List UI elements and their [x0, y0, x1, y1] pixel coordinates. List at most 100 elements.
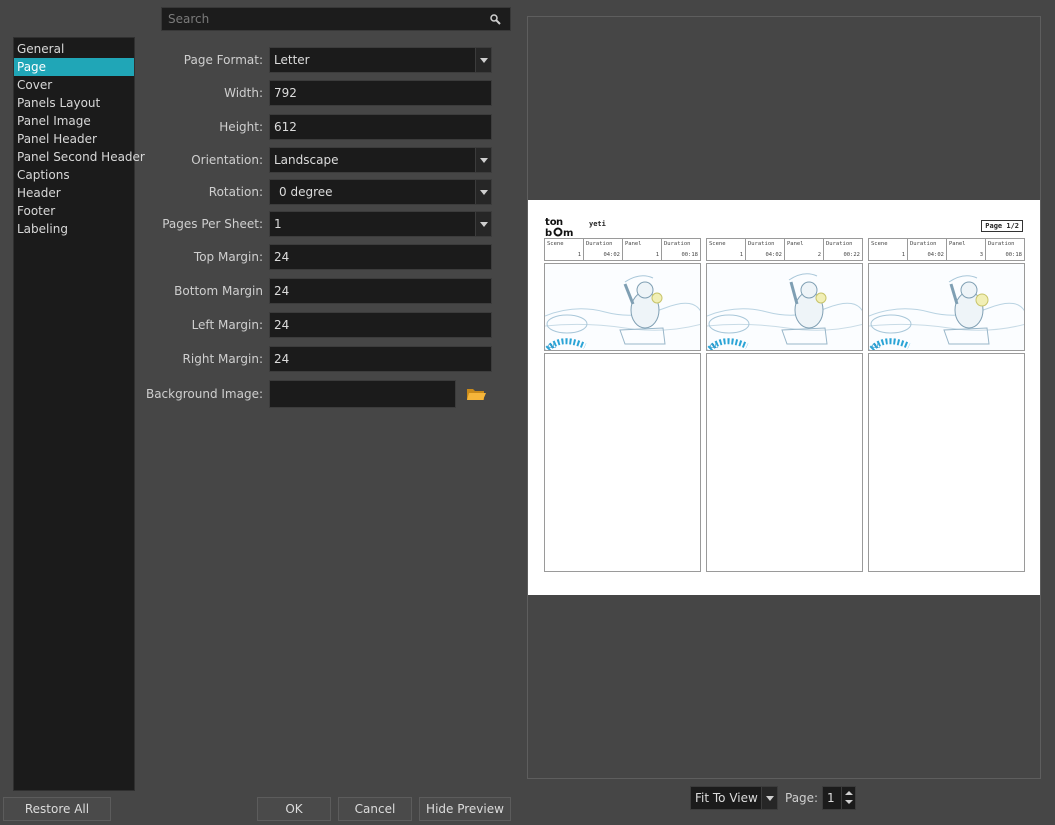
panel-badge: OL: [872, 343, 881, 350]
category-list: General Page Cover Panels Layout Panel I…: [13, 37, 145, 791]
spin-buttons[interactable]: [841, 787, 855, 809]
width-field[interactable]: 792: [269, 80, 492, 106]
rotation-dropdown[interactable]: 0 degree: [269, 179, 492, 205]
restore-defaults-button[interactable]: Restore All Defaults: [3, 797, 111, 825]
scene-value: 1: [739, 252, 743, 258]
chevron-up-icon[interactable]: [845, 791, 853, 795]
storyboard-panel: Scene 1 Duration 04:02 Panel 1 Duration 00:1…: [544, 238, 701, 572]
scene-duration-value: 04:02: [765, 252, 782, 258]
cancel-button[interactable]: Cancel: [338, 797, 412, 821]
panel-header: Scene 1 Duration 04:02 Panel 3 Duration 00:1…: [868, 238, 1025, 261]
search-box[interactable]: [161, 7, 511, 31]
top-margin-row: Top Margin: 24: [140, 244, 500, 270]
panel-value: 1: [655, 252, 659, 258]
sidebar-item-panels-layout[interactable]: Panels Layout: [14, 94, 134, 112]
page-format-dropdown[interactable]: Letter: [269, 47, 492, 73]
panel-caption-area: [706, 353, 863, 572]
sidebar-item-general[interactable]: General: [14, 40, 134, 58]
sidebar-item-page[interactable]: Page: [14, 58, 134, 76]
scene-value: 1: [577, 252, 581, 258]
sidebar-item-labeling[interactable]: Labeling: [14, 220, 134, 238]
pages-per-sheet-value: 1: [274, 217, 282, 231]
pages-per-sheet-row: Pages Per Sheet: 1: [140, 211, 500, 237]
sidebar-item-header[interactable]: Header: [14, 184, 134, 202]
search-input[interactable]: [162, 8, 510, 30]
panel-header: Scene 1 Duration 04:02 Panel 2 Duration 00:2…: [706, 238, 863, 261]
rotation-value: 0 degree: [279, 185, 333, 199]
duration-label: Duration: [910, 241, 937, 247]
bottom-margin-row: Bottom Margin 24: [140, 278, 500, 304]
sidebar-item-footer[interactable]: Footer: [14, 202, 134, 220]
zoom-dropdown[interactable]: Fit To View: [690, 786, 778, 810]
width-row: Width: 792: [140, 80, 500, 106]
chevron-down-icon[interactable]: [475, 180, 491, 204]
page-format-label: Page Format:: [183, 53, 263, 67]
panel-label: Panel: [787, 241, 804, 247]
preview-page: to n b m yeti Page 1/2 Scene 1 Duration 04…: [528, 200, 1040, 595]
svg-text:n: n: [556, 217, 563, 228]
duration-label: Duration: [664, 241, 691, 247]
panel-duration-value: 00:18: [1005, 252, 1022, 258]
yeti-sketch: OL: [869, 275, 1024, 350]
bottom-margin-field[interactable]: 24: [269, 278, 492, 304]
scene-label: Scene: [871, 241, 888, 247]
panel-caption-area: [868, 353, 1025, 572]
chevron-down-icon[interactable]: [475, 48, 491, 72]
orientation-value: Landscape: [274, 153, 339, 167]
page-spinbox[interactable]: 1: [822, 786, 856, 810]
right-margin-field[interactable]: 24: [269, 346, 492, 372]
rotation-label: Rotation:: [208, 185, 263, 199]
background-image-field[interactable]: [269, 380, 456, 408]
svg-text:b: b: [545, 228, 552, 237]
panel-label: Panel: [949, 241, 966, 247]
sidebar-item-panel-image[interactable]: Panel Image: [14, 112, 134, 130]
left-margin-label: Left Margin:: [191, 318, 263, 332]
duration-label: Duration: [586, 241, 613, 247]
sidebar-item-panel-header[interactable]: Panel Header: [14, 130, 134, 148]
panel-image: OL: [868, 263, 1025, 351]
pages-per-sheet-dropdown[interactable]: 1: [269, 211, 492, 237]
height-label: Height:: [219, 120, 263, 134]
panel-value: 2: [817, 252, 821, 258]
sidebar-item-captions[interactable]: Captions: [14, 166, 134, 184]
search-icon: [490, 14, 501, 25]
print-preview: to n b m yeti Page 1/2 Scene 1 Duration 04…: [527, 16, 1041, 779]
chevron-down-icon[interactable]: [475, 212, 491, 236]
scene-value: 1: [901, 252, 905, 258]
panel-value: 3: [979, 252, 983, 258]
pages-per-sheet-label: Pages Per Sheet:: [162, 217, 263, 231]
chevron-down-icon[interactable]: [475, 148, 491, 172]
width-label: Width:: [224, 86, 263, 100]
panel-badge: OL: [710, 343, 719, 350]
panel-image: OL: [706, 263, 863, 351]
rotation-row: Rotation: 0 degree: [140, 179, 500, 205]
page-label: Page:: [785, 791, 819, 805]
scene-label: Scene: [547, 241, 564, 247]
folder-icon[interactable]: [465, 385, 487, 403]
yeti-sketch: OL: [545, 275, 700, 350]
sidebar-item-cover[interactable]: Cover: [14, 76, 134, 94]
panel-image: OL: [544, 263, 701, 351]
page-value: 1: [827, 791, 835, 805]
project-name: yeti: [589, 220, 606, 228]
scene-label: Scene: [709, 241, 726, 247]
orientation-dropdown[interactable]: Landscape: [269, 147, 492, 173]
top-margin-label: Top Margin:: [193, 250, 263, 264]
ok-button[interactable]: OK: [257, 797, 331, 821]
toon-boom-logo: to n b m: [545, 217, 573, 237]
svg-text:to: to: [545, 217, 557, 228]
height-field[interactable]: 612: [269, 114, 492, 140]
panel-duration-value: 00:18: [681, 252, 698, 258]
sidebar-item-panel-second-header[interactable]: Panel Second Header: [14, 148, 145, 166]
chevron-down-icon[interactable]: [845, 800, 853, 804]
top-margin-field[interactable]: 24: [269, 244, 492, 270]
panel-badge: OL: [548, 343, 557, 350]
page-format-value: Letter: [274, 53, 310, 67]
orientation-row: Orientation: Landscape: [140, 147, 500, 173]
scene-duration-value: 04:02: [603, 252, 620, 258]
left-margin-field[interactable]: 24: [269, 312, 492, 338]
left-margin-row: Left Margin: 24: [140, 312, 500, 338]
right-margin-label: Right Margin:: [182, 352, 263, 366]
hide-preview-button[interactable]: Hide Preview: [419, 797, 511, 821]
chevron-down-icon[interactable]: [761, 787, 777, 809]
